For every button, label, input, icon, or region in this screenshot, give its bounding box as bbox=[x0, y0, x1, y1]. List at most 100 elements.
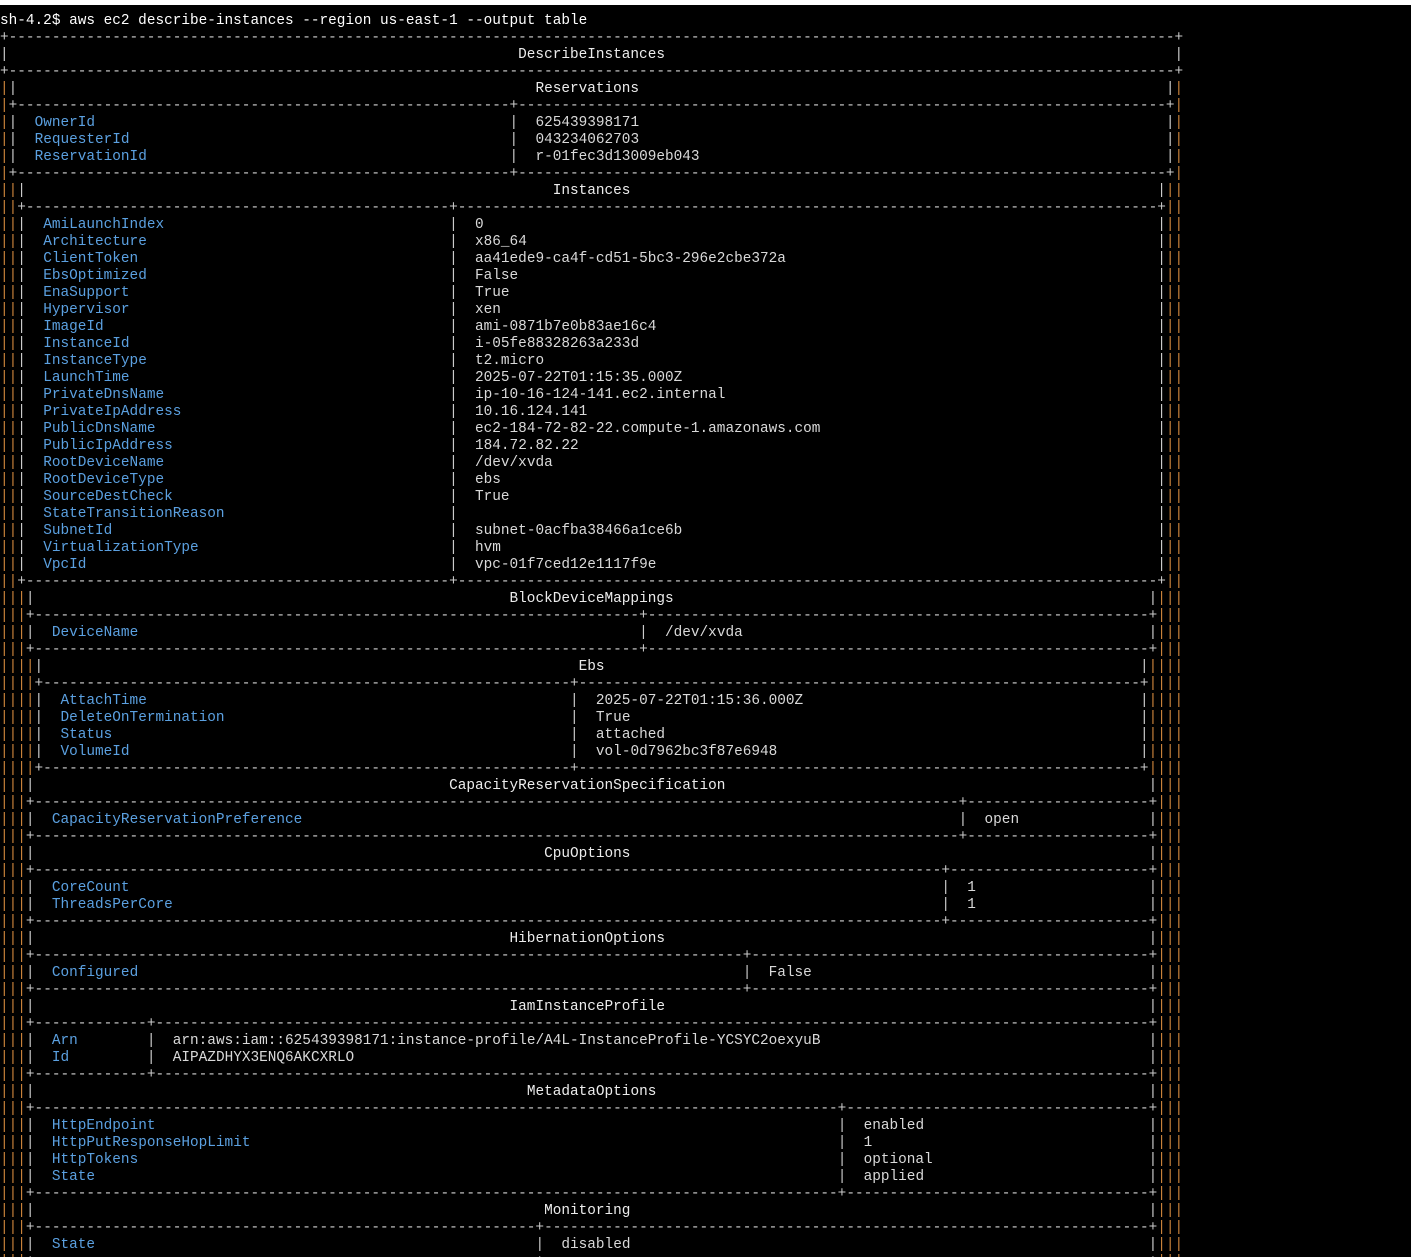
table-row: || RequesterId | 043234062703 || bbox=[0, 132, 1184, 148]
row-value[interactable]: i-05fe88328263a233d bbox=[475, 336, 639, 352]
row-key: DeviceName bbox=[51, 625, 139, 641]
row-key: VpcId bbox=[43, 557, 87, 573]
row-value[interactable]: True bbox=[475, 489, 510, 505]
table-row: ||| RootDeviceType | ebs ||| bbox=[0, 472, 1184, 488]
row-value[interactable]: subnet-0acfba38466a1ce6b bbox=[475, 523, 682, 539]
table-row: |||| ThreadsPerCore | 1 |||| bbox=[0, 897, 1184, 913]
table-row: |||| Id | AIPAZDHYX3ENQ6AKCXRLO |||| bbox=[0, 1050, 1184, 1066]
table-row: ||| LaunchTime | 2025-07-22T01:15:35.000… bbox=[0, 370, 1184, 386]
row-key: RootDeviceType bbox=[43, 472, 165, 488]
section-title: BlockDeviceMappings bbox=[509, 591, 674, 607]
row-value[interactable]: ec2-184-72-82-22.compute-1.amazonaws.com bbox=[475, 421, 820, 437]
row-value[interactable]: /dev/xvda bbox=[475, 455, 553, 471]
row-value[interactable]: 10.16.124.141 bbox=[475, 404, 587, 420]
row-key: HttpTokens bbox=[51, 1152, 139, 1168]
command-text[interactable]: aws ec2 describe-instances --region us-e… bbox=[69, 13, 587, 29]
row-value[interactable]: 2025-07-22T01:15:35.000Z bbox=[475, 370, 682, 386]
row-value[interactable]: optional bbox=[864, 1152, 933, 1168]
row-key: AmiLaunchIndex bbox=[43, 217, 165, 233]
table-row: ||| PrivateIpAddress | 10.16.124.141 ||| bbox=[0, 404, 1184, 420]
row-value[interactable]: 0 bbox=[475, 217, 484, 233]
row-key: Architecture bbox=[43, 234, 147, 250]
row-value[interactable]: 1 bbox=[967, 897, 976, 913]
row-value[interactable]: x86_64 bbox=[475, 234, 527, 250]
section-title: Instances bbox=[552, 183, 631, 199]
row-key: Configured bbox=[51, 965, 139, 981]
table-row: |||| HttpEndpoint | enabled |||| bbox=[0, 1118, 1184, 1134]
section-title-row: |||| HibernationOptions |||| bbox=[0, 931, 1184, 947]
row-key: DeleteOnTermination bbox=[60, 710, 225, 726]
table-border: |||+-------------+----------------------… bbox=[0, 1016, 1184, 1032]
row-key: RequesterId bbox=[34, 132, 130, 148]
row-value[interactable]: /dev/xvda bbox=[665, 625, 743, 641]
table-row: ||| VpcId | vpc-01f7ced12e1117f9e ||| bbox=[0, 557, 1184, 573]
table-row: |||| HttpTokens | optional |||| bbox=[0, 1152, 1184, 1168]
row-key: Id bbox=[51, 1050, 70, 1066]
section-title: Ebs bbox=[578, 659, 605, 675]
table-row: ||| Hypervisor | xen ||| bbox=[0, 302, 1184, 318]
row-value[interactable]: 1 bbox=[864, 1135, 873, 1151]
row-value[interactable]: 625439398171 bbox=[535, 115, 639, 131]
row-value[interactable]: ami-0871b7e0b83ae16c4 bbox=[475, 319, 656, 335]
table-row: |||| DeviceName | /dev/xvda |||| bbox=[0, 625, 1184, 641]
row-value[interactable]: 184.72.82.22 bbox=[475, 438, 579, 454]
section-title-row: |||| MetadataOptions |||| bbox=[0, 1084, 1184, 1100]
row-value[interactable]: ebs bbox=[475, 472, 501, 488]
table-border: ||||+-----------------------------------… bbox=[0, 676, 1184, 692]
table-border: +---------------------------------------… bbox=[0, 30, 1184, 46]
table-border: |||+------------------------------------… bbox=[0, 948, 1184, 964]
row-key: ClientToken bbox=[43, 251, 139, 267]
row-key: ThreadsPerCore bbox=[51, 897, 173, 913]
table-border: ||+-------------------------------------… bbox=[0, 200, 1184, 216]
row-value[interactable]: xen bbox=[475, 302, 501, 318]
section-title-row: |||| CpuOptions |||| bbox=[0, 846, 1184, 862]
row-key: ImageId bbox=[43, 319, 104, 335]
section-title-row: | DescribeInstances | bbox=[0, 47, 1184, 63]
table-row: ||| AmiLaunchIndex | 0 ||| bbox=[0, 217, 1184, 233]
row-value[interactable]: vpc-01f7ced12e1117f9e bbox=[475, 557, 656, 573]
row-value[interactable]: hvm bbox=[475, 540, 501, 556]
row-value[interactable]: disabled bbox=[561, 1237, 630, 1253]
row-value[interactable]: 043234062703 bbox=[535, 132, 639, 148]
row-key: ReservationId bbox=[34, 149, 147, 165]
row-value[interactable]: aa41ede9-ca4f-cd51-5bc3-296e2cbe372a bbox=[475, 251, 786, 267]
table-row: ||| VirtualizationType | hvm ||| bbox=[0, 540, 1184, 556]
section-title: Reservations bbox=[535, 81, 640, 97]
table-border: |||+------------------------------------… bbox=[0, 863, 1184, 879]
row-value[interactable]: enabled bbox=[864, 1118, 924, 1134]
row-value[interactable]: r-01fec3d13009eb043 bbox=[535, 149, 699, 165]
row-value[interactable]: open bbox=[985, 812, 1020, 828]
row-value[interactable]: True bbox=[596, 710, 631, 726]
row-value[interactable]: attached bbox=[596, 727, 665, 743]
section-title: DescribeInstances bbox=[518, 47, 665, 63]
row-key: VirtualizationType bbox=[43, 540, 199, 556]
table-border: |+--------------------------------------… bbox=[0, 166, 1184, 182]
row-value[interactable]: AIPAZDHYX3ENQ6AKCXRLO bbox=[173, 1050, 354, 1066]
row-value[interactable]: applied bbox=[864, 1169, 924, 1185]
table-row: ||| SubnetId | subnet-0acfba38466a1ce6b … bbox=[0, 523, 1184, 539]
section-title: IamInstanceProfile bbox=[509, 999, 665, 1015]
section-title: Monitoring bbox=[544, 1203, 631, 1219]
terminal-output[interactable]: sh-4.2$ aws ec2 describe-instances --reg… bbox=[0, 5, 1411, 1257]
row-value[interactable]: True bbox=[475, 285, 510, 301]
table-row: ||||| VolumeId | vol-0d7962bc3f87e6948 |… bbox=[0, 744, 1184, 760]
row-value[interactable]: arn:aws:iam::625439398171:instance-profi… bbox=[173, 1033, 821, 1049]
row-value[interactable]: t2.micro bbox=[475, 353, 544, 369]
row-key: CoreCount bbox=[51, 880, 130, 896]
row-value[interactable]: False bbox=[769, 965, 812, 981]
table-row: |||| CoreCount | 1 |||| bbox=[0, 880, 1184, 896]
row-value[interactable]: vol-0d7962bc3f87e6948 bbox=[596, 744, 777, 760]
command-line: sh-4.2$ aws ec2 describe-instances --reg… bbox=[0, 13, 587, 30]
table-border: |||+------------------------------------… bbox=[0, 1186, 1184, 1202]
row-value[interactable]: 2025-07-22T01:15:36.000Z bbox=[596, 693, 803, 709]
shell-prompt: sh-4.2$ bbox=[0, 13, 61, 29]
table-border: |||+------------------------------------… bbox=[0, 795, 1184, 811]
table-row: |||| Arn | arn:aws:iam::625439398171:ins… bbox=[0, 1033, 1184, 1049]
row-value[interactable]: False bbox=[475, 268, 518, 284]
row-key: SourceDestCheck bbox=[43, 489, 173, 505]
section-title-row: ||||| Ebs ||||| bbox=[0, 659, 1184, 675]
table-row: ||| ImageId | ami-0871b7e0b83ae16c4 ||| bbox=[0, 319, 1184, 335]
row-value[interactable]: ip-10-16-124-141.ec2.internal bbox=[475, 387, 725, 403]
row-key: LaunchTime bbox=[43, 370, 130, 386]
row-value[interactable]: 1 bbox=[967, 880, 976, 896]
